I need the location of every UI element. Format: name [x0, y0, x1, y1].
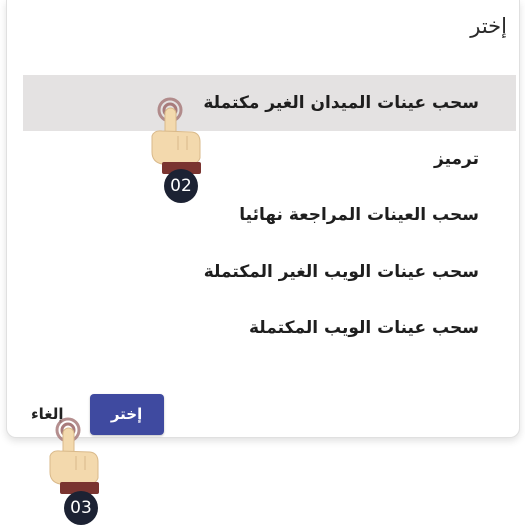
option-label: ترميز — [434, 149, 479, 169]
step-badge-select: 02 — [164, 169, 198, 203]
option-coding[interactable]: ترميز — [23, 131, 516, 187]
option-label: سحب العينات المراجعة نهائيا — [239, 205, 479, 225]
step-badge-confirm: 03 — [64, 491, 98, 525]
option-complete-web-samples[interactable]: سحب عينات الويب المكتملة — [23, 300, 516, 356]
option-final-reviewed-samples[interactable]: سحب العينات المراجعة نهائيا — [23, 187, 516, 243]
option-incomplete-web-samples[interactable]: سحب عينات الويب الغير المكتملة — [23, 244, 516, 300]
option-incomplete-field-samples[interactable]: سحب عينات الميدان الغير مكتملة — [23, 75, 516, 131]
option-label: سحب عينات الويب الغير المكتملة — [203, 262, 479, 282]
option-label: سحب عينات الميدان الغير مكتملة — [203, 93, 479, 113]
select-dialog: إختر سحب عينات الميدان الغير مكتملة ترمي… — [6, 0, 520, 438]
dialog-title: إختر — [470, 14, 507, 38]
option-label: سحب عينات الويب المكتملة — [248, 318, 479, 338]
